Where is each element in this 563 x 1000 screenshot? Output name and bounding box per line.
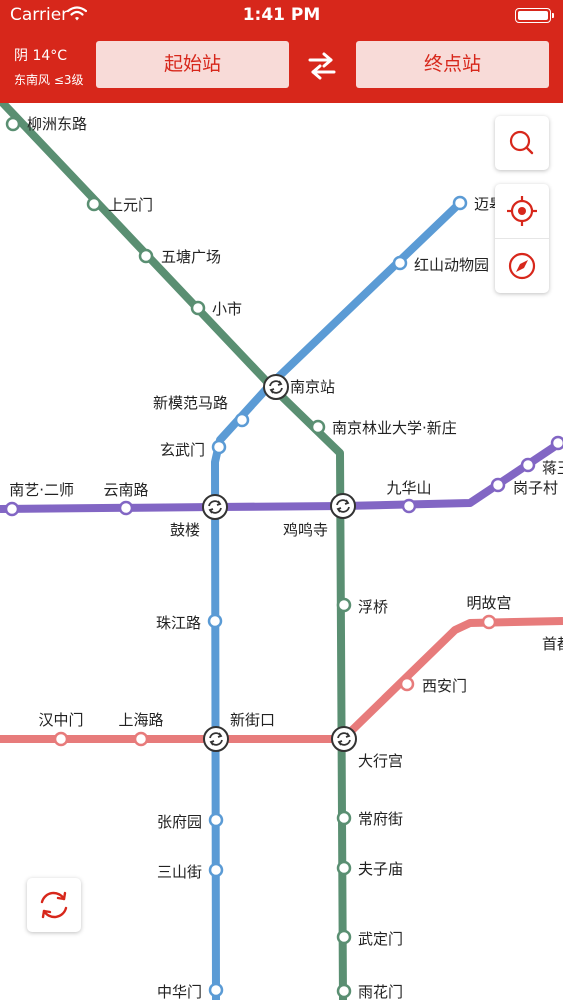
label-hongshan: 红山动物园 <box>414 256 489 274</box>
label-yuhuamen: 雨花门 <box>358 983 403 1000</box>
label-zhujianglu: 珠江路 <box>156 614 201 632</box>
station-jiangwang[interactable] <box>520 457 536 473</box>
weather-condition: 阴 14°C <box>14 48 68 64</box>
station-minggugong[interactable] <box>481 614 497 630</box>
top-header: Carrier 1:41 PM 阴 14°C 东南风 ≤3级 起始站 终点站 <box>0 0 563 103</box>
refresh-icon <box>40 891 68 919</box>
label-changfujie: 常府街 <box>358 810 403 828</box>
station-fuqiao[interactable] <box>336 597 352 613</box>
station-shanghailu[interactable] <box>133 731 149 747</box>
station-purple-edge[interactable] <box>550 435 563 451</box>
transfer-xinjiekou[interactable] <box>203 726 229 752</box>
station-liuzhou-donglu[interactable] <box>5 116 21 132</box>
label-jiuhuashan: 九华山 <box>386 479 431 497</box>
search-icon <box>509 130 534 155</box>
label-nanyi: 南艺·二师 <box>9 481 74 499</box>
station-changfujie[interactable] <box>336 810 352 826</box>
station-sanshanjie[interactable] <box>208 862 224 878</box>
station-zhonghuamen[interactable] <box>208 982 224 998</box>
label-liuzhou-donglu: 柳洲东路 <box>27 115 87 133</box>
label-jiangwang: 蒋王 <box>542 459 563 477</box>
station-xinmofan[interactable] <box>234 412 250 428</box>
station-wutang-guangchang[interactable] <box>138 248 154 264</box>
station-xianmen[interactable] <box>399 676 415 692</box>
station-hanzhongmen[interactable] <box>53 731 69 747</box>
refresh-button[interactable] <box>27 878 81 932</box>
station-zhujianglu[interactable] <box>207 613 223 629</box>
station-zhangfuyuan[interactable] <box>208 812 224 828</box>
locate-icon <box>507 196 537 226</box>
label-hanzhongmen: 汉中门 <box>38 711 83 729</box>
transfer-jimingsi[interactable] <box>330 493 356 519</box>
compass-button[interactable] <box>495 239 549 293</box>
label-fuqiao: 浮桥 <box>358 598 388 616</box>
station-maigaoqiao[interactable] <box>452 195 468 211</box>
locate-button[interactable] <box>495 184 549 238</box>
station-gangzicun[interactable] <box>490 477 506 493</box>
station-wudingmen[interactable] <box>336 929 352 945</box>
label-zhonghuamen: 中华门 <box>157 983 202 1000</box>
label-shanghailu: 上海路 <box>118 711 163 729</box>
start-station-button[interactable]: 起始站 <box>96 41 289 88</box>
station-jiuhuashan[interactable] <box>401 498 417 514</box>
station-xuanwumen[interactable] <box>211 439 227 455</box>
label-xiaoshi: 小市 <box>212 300 242 318</box>
label-sanshanjie: 三山街 <box>157 863 202 881</box>
compass-icon <box>508 252 536 280</box>
label-wudingmen: 武定门 <box>358 930 403 948</box>
map-tools-panel <box>495 184 549 293</box>
label-gangzicun: 岗子村 <box>513 479 558 497</box>
label-jimingsi: 鸡鸣寺 <box>283 521 328 539</box>
label-nanjing-linye: 南京林业大学·新庄 <box>332 419 457 437</box>
label-daxinggong: 大行宫 <box>358 752 403 770</box>
label-zhangfuyuan: 张府园 <box>157 813 202 831</box>
station-nanyi[interactable] <box>4 501 20 517</box>
transfer-gulou[interactable] <box>202 494 228 520</box>
label-xinmofan: 新模范马路 <box>153 394 228 412</box>
station-nanjing-linye[interactable] <box>310 419 326 435</box>
swap-icon[interactable] <box>305 50 339 82</box>
label-nanjing-zhan: 南京站 <box>290 378 335 396</box>
metro-map[interactable]: 柳洲东路 上元门 五塘广场 小市 南京站 南京林业大学·新庄 迈皋 红山动物园 … <box>0 0 563 1000</box>
label-wutang-guangchang: 五塘广场 <box>161 248 221 266</box>
end-station-button[interactable]: 终点站 <box>356 41 549 88</box>
battery-icon <box>515 8 554 23</box>
status-time: 1:41 PM <box>242 5 321 25</box>
transfer-daxinggong[interactable] <box>331 726 357 752</box>
station-yunnanlu[interactable] <box>118 500 134 516</box>
search-button[interactable] <box>495 116 549 170</box>
station-yuhuamen[interactable] <box>336 983 352 999</box>
station-fuzimiao[interactable] <box>336 860 352 876</box>
label-xinjiekou: 新街口 <box>230 711 275 729</box>
line-2-track <box>0 617 563 743</box>
line-4-track <box>0 437 563 513</box>
label-yunnanlu: 云南路 <box>103 481 148 499</box>
label-fuzimiao: 夫子庙 <box>358 860 403 878</box>
label-xianmen: 西安门 <box>422 677 467 695</box>
weather-wind: 东南风 ≤3级 <box>14 73 84 87</box>
label-xuanwumen: 玄武门 <box>160 441 205 459</box>
label-minggugong: 明故宫 <box>466 594 511 612</box>
station-shangyuanmen[interactable] <box>86 196 102 212</box>
station-xiaoshi[interactable] <box>190 300 206 316</box>
station-hongshan[interactable] <box>392 255 408 271</box>
label-shangyuanmen: 上元门 <box>108 196 153 214</box>
label-gulou: 鼓楼 <box>170 521 200 539</box>
label-shoujing: 首都 <box>542 635 563 653</box>
transfer-nanjing-zhan[interactable] <box>263 374 289 400</box>
